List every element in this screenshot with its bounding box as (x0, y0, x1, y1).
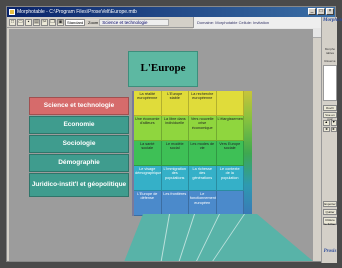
close-button[interactable]: × (326, 8, 334, 15)
export-button[interactable]: Exporter (323, 201, 337, 207)
wall-view-button[interactable]: Vue en mur (323, 112, 337, 121)
arrow-left-icon[interactable]: ◄ (323, 126, 330, 132)
print-icon[interactable]: ▤ (33, 18, 40, 26)
cell[interactable]: La richesse des générations (189, 166, 217, 191)
row-yellow: La réalité européenne L'Europe stable La… (134, 91, 244, 116)
page-title[interactable]: L'Europe (128, 51, 198, 87)
arrow-right-icon[interactable]: ► (330, 126, 337, 132)
cell[interactable]: L'immigration des populations (161, 166, 189, 191)
floor-plane (124, 214, 313, 261)
category-economie[interactable]: Economie (29, 116, 129, 134)
cell[interactable] (216, 91, 244, 116)
category-sociologie[interactable]: Sociologie (29, 135, 129, 153)
morpho-canvas[interactable]: L'Europe Science et technologie Economie… (9, 29, 313, 261)
row-blue: L'Europe de défense Les frontières Le fo… (134, 191, 244, 216)
copy-icon[interactable]: ❐ (49, 18, 56, 26)
zoom-label: Zoom (88, 19, 99, 25)
open-icon[interactable]: ▭ (17, 18, 24, 26)
new-icon[interactable]: □ (9, 18, 16, 26)
brand-logo: Prosis (323, 249, 337, 254)
cell[interactable]: Le fonctionnement européen (189, 191, 217, 216)
cell[interactable] (216, 191, 244, 216)
row-green: La santé sociale Le modèle social Les mo… (134, 141, 244, 166)
panel-list[interactable] (323, 65, 337, 101)
open-button[interactable]: Ouvrir (323, 105, 337, 111)
quit-button[interactable]: Quitter (323, 209, 337, 215)
cell[interactable]: L'Europe stable (161, 91, 189, 116)
app-icon (9, 9, 15, 15)
nav-arrows: ▲ ▼ ◄ ► (323, 120, 337, 132)
cell[interactable]: Le contexte de la population (216, 166, 244, 191)
cut-icon[interactable]: ✂ (41, 18, 48, 26)
breadcrumb[interactable]: Science et technologie (99, 18, 170, 26)
cell[interactable]: Le modèle social (161, 141, 189, 166)
cell[interactable]: Vers Europe sociale (216, 141, 244, 166)
list-label: Réservé (324, 59, 336, 63)
window-title: Morphotable - C:\Program Files\ProseVelt… (17, 9, 137, 15)
category-juridico[interactable]: Juridico-instit'l et géopolitique (29, 173, 129, 197)
row-cyan: Le visage démographique L'immigration de… (134, 166, 244, 191)
arrow-down-icon[interactable]: ▼ (330, 120, 337, 126)
cell[interactable]: Les modes de vie (189, 141, 217, 166)
save-icon[interactable]: ▪ (25, 18, 32, 26)
right-panel: Morphotable Morpho tables Réservé Ouvrir… (321, 17, 342, 263)
paste-icon[interactable]: ▣ (57, 18, 64, 26)
view-select[interactable]: Standard (65, 18, 85, 26)
cell[interactable]: L'élargissement (216, 116, 244, 141)
minimize-button[interactable]: _ (308, 8, 316, 15)
title-bar: Morphotable - C:\Program Files\ProseVelt… (7, 7, 335, 17)
arrow-up-icon[interactable]: ▲ (323, 120, 330, 126)
cell[interactable]: L'Europe de défense (134, 191, 162, 216)
category-science[interactable]: Science et technologie (29, 97, 129, 115)
cell[interactable]: Vers nouvelle crise économique (189, 116, 217, 141)
cell[interactable]: La santé sociale (134, 141, 162, 166)
status-strip: Domaine: Morphotable Cellule: Invitation (193, 17, 321, 28)
cell[interactable]: La libre dans individuelle (161, 116, 189, 141)
stack-right-side (244, 91, 252, 216)
cell[interactable]: Une économie d'ailleurs (134, 116, 162, 141)
app-window: Morphotable - C:\Program Files\ProseVelt… (6, 6, 342, 263)
close-file-button[interactable]: Clôture le fichier (323, 217, 337, 226)
cell[interactable]: Les frontières (161, 191, 189, 216)
cell[interactable]: La réalité européenne (134, 91, 162, 116)
cell[interactable]: La recherche européenne (189, 91, 217, 116)
cell[interactable]: Le visage démographique (134, 166, 162, 191)
app-logo: Morphotable (323, 18, 342, 23)
category-demographie[interactable]: Démographie (29, 154, 129, 172)
maximize-button[interactable]: □ (317, 8, 325, 15)
row-lime: Une économie d'ailleurs La libre dans in… (134, 116, 244, 141)
panel-header: Morpho tables (324, 47, 336, 55)
